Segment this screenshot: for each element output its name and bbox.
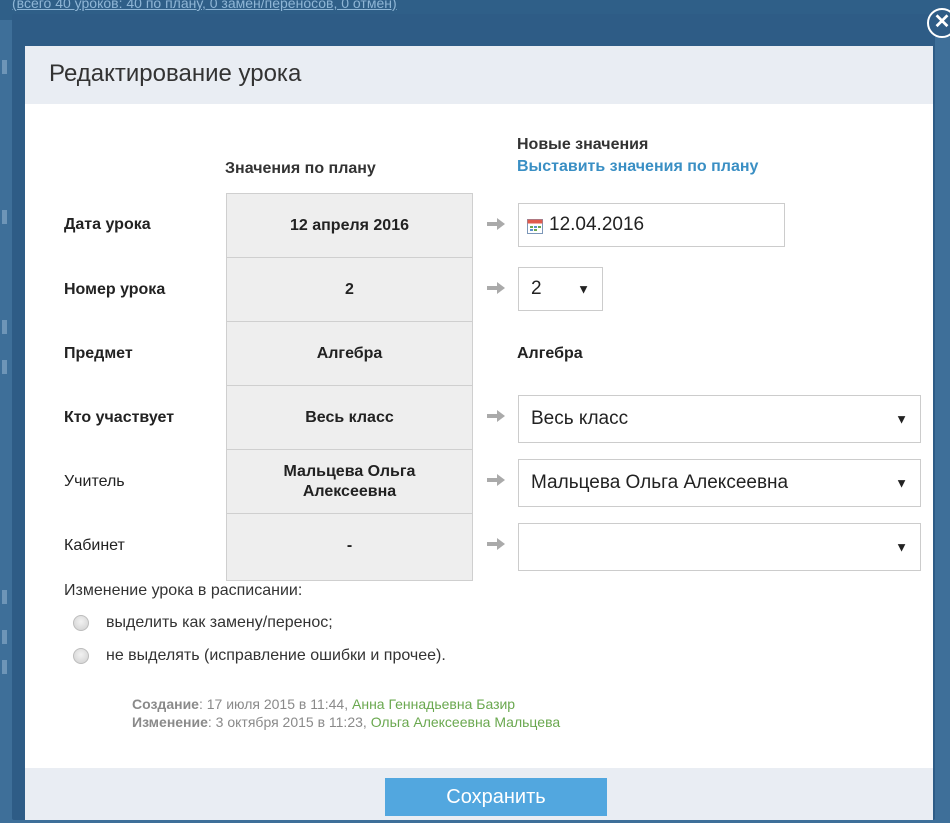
save-button[interactable]: Сохранить	[385, 778, 607, 816]
arrow-right-icon	[487, 410, 505, 422]
arrow-right-icon	[487, 282, 505, 294]
plan-room: -	[346, 537, 353, 554]
dialog-title: Редактирование урока	[49, 60, 302, 87]
participants-value: Весь класс	[531, 408, 629, 429]
label-lesson-number: Номер урока	[64, 281, 166, 298]
background-summary-text: (всего 40 уроков: 40 по плану, 0 замен/п…	[12, 0, 397, 11]
arrow-right-icon	[487, 218, 505, 230]
subject-value: Алгебра	[517, 345, 583, 362]
radio-button[interactable]	[73, 648, 89, 664]
dialog-body: Редактирование урока Значения по плану Н…	[25, 46, 933, 820]
modified-info: Изменение: 3 октября 2015 в 11:23, Ольга…	[132, 714, 561, 730]
room-select[interactable]: ▼	[518, 523, 921, 571]
dialog-header: Редактирование урока	[25, 46, 933, 104]
plan-values-header: Значения по плану	[225, 160, 376, 177]
dropdown-arrow-icon: ▼	[895, 475, 908, 491]
set-plan-values-link[interactable]: Выставить значения по плану	[517, 158, 758, 176]
dialog-footer: Сохранить	[25, 768, 933, 820]
plan-lesson-date: 12 апреля 2016	[227, 194, 472, 258]
teacher-value: Мальцева Ольга Алексеевна	[531, 472, 789, 493]
lesson-date-value: 12.04.2016	[549, 214, 645, 235]
plan-values-column: 12 апреля 2016 2 Алгебра Весь класс Маль…	[226, 193, 473, 581]
label-subject: Предмет	[64, 345, 133, 362]
participants-select[interactable]: Весь класс ▼	[518, 395, 921, 443]
label-lesson-date: Дата урока	[64, 216, 151, 233]
created-by-link[interactable]: Анна Геннадьевна Базир	[352, 696, 515, 712]
dropdown-arrow-icon: ▼	[577, 281, 590, 297]
label-participants: Кто участвует	[64, 409, 175, 426]
schedule-change-title: Изменение урока в расписании:	[64, 582, 303, 599]
arrow-right-icon	[487, 474, 505, 486]
plan-teacher: Мальцева Ольга Алексеевна	[227, 450, 472, 514]
dropdown-arrow-icon: ▼	[895, 411, 908, 427]
background-left-edge	[0, 30, 10, 730]
plan-subject: Алгебра	[227, 322, 472, 386]
modified-by-link[interactable]: Ольга Алексеевна Мальцева	[371, 714, 560, 730]
plan-lesson-number: 2	[227, 258, 472, 322]
new-values-header: Новые значения	[517, 136, 649, 153]
teacher-select[interactable]: Мальцева Ольга Алексеевна ▼	[518, 459, 921, 507]
created-info: Создание: 17 июля 2015 в 11:44, Анна Ген…	[132, 696, 516, 712]
plan-participants: Весь класс	[227, 386, 472, 450]
arrow-right-icon	[487, 538, 505, 550]
calendar-icon[interactable]	[527, 218, 543, 234]
close-icon[interactable]: ✕	[927, 8, 950, 38]
dropdown-arrow-icon: ▼	[895, 539, 908, 555]
label-teacher: Учитель	[64, 473, 125, 490]
lesson-date-input[interactable]: 12.04.2016	[518, 203, 785, 247]
lesson-number-value: 2	[531, 278, 542, 299]
lesson-number-select[interactable]: 2 ▼	[518, 267, 603, 311]
radio-button[interactable]	[73, 615, 89, 631]
label-room: Кабинет	[64, 537, 125, 554]
edit-lesson-dialog: Редактирование урока Значения по плану Н…	[12, 8, 950, 820]
